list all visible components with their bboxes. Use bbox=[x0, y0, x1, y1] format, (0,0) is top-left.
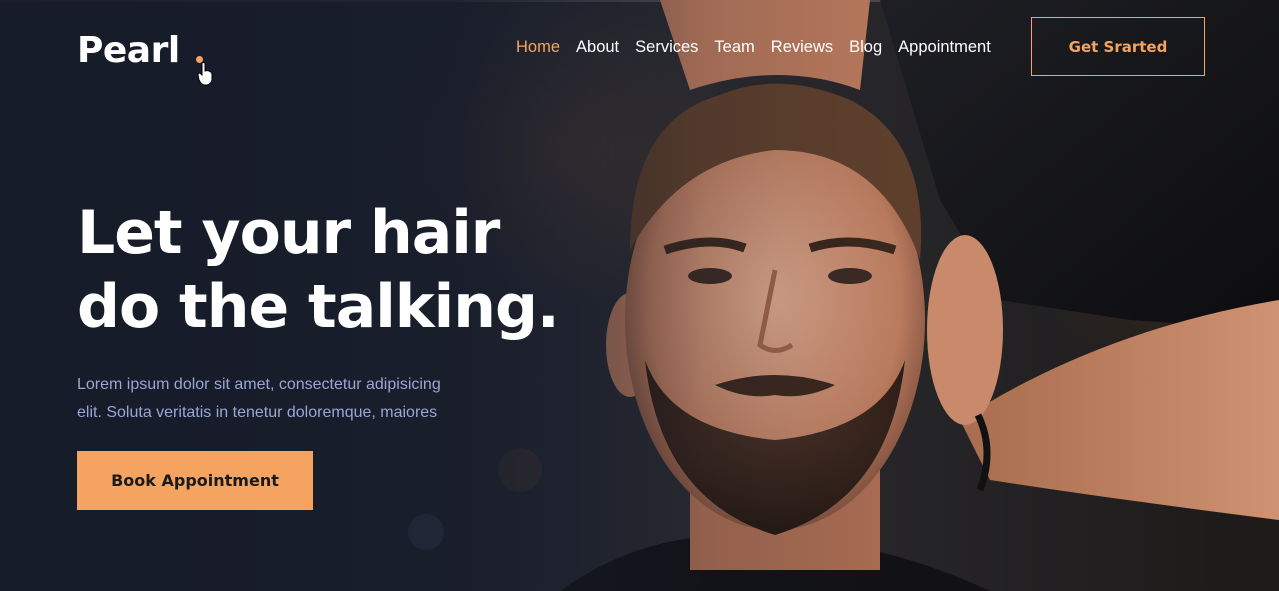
hero-headline-line1: Let your hair bbox=[77, 198, 500, 268]
nav-team-link[interactable]: Team bbox=[714, 38, 754, 57]
hero-headline-line2: do the talking. bbox=[77, 272, 560, 342]
nav-appointment-link[interactable]: Appointment bbox=[898, 38, 991, 57]
main-nav: Home About Services Team Reviews Blog Ap… bbox=[516, 38, 991, 57]
hero-section: Pearl Home About Services Team Reviews B… bbox=[0, 0, 1279, 591]
hero-lead-text: Lorem ipsum dolor sit amet, consectetur … bbox=[77, 371, 497, 427]
hero-headline: Let your hair do the talking. bbox=[77, 196, 637, 344]
nav-services-link[interactable]: Services bbox=[635, 38, 698, 57]
book-appointment-button[interactable]: Book Appointment bbox=[77, 451, 313, 510]
nav-about-link[interactable]: About bbox=[576, 38, 619, 57]
hero-lead-line2: elit. Soluta veritatis in tenetur dolore… bbox=[77, 404, 438, 421]
nav-blog-link[interactable]: Blog bbox=[849, 38, 882, 57]
nav-reviews-link[interactable]: Reviews bbox=[771, 38, 833, 57]
get-started-button[interactable]: Get Srarted bbox=[1031, 17, 1205, 76]
hero-lead-line1: Lorem ipsum dolor sit amet, consectetur … bbox=[77, 376, 441, 393]
hand-pointer-icon bbox=[197, 62, 213, 86]
nav-home-link[interactable]: Home bbox=[516, 38, 560, 57]
brand-logo[interactable]: Pearl bbox=[77, 30, 180, 71]
